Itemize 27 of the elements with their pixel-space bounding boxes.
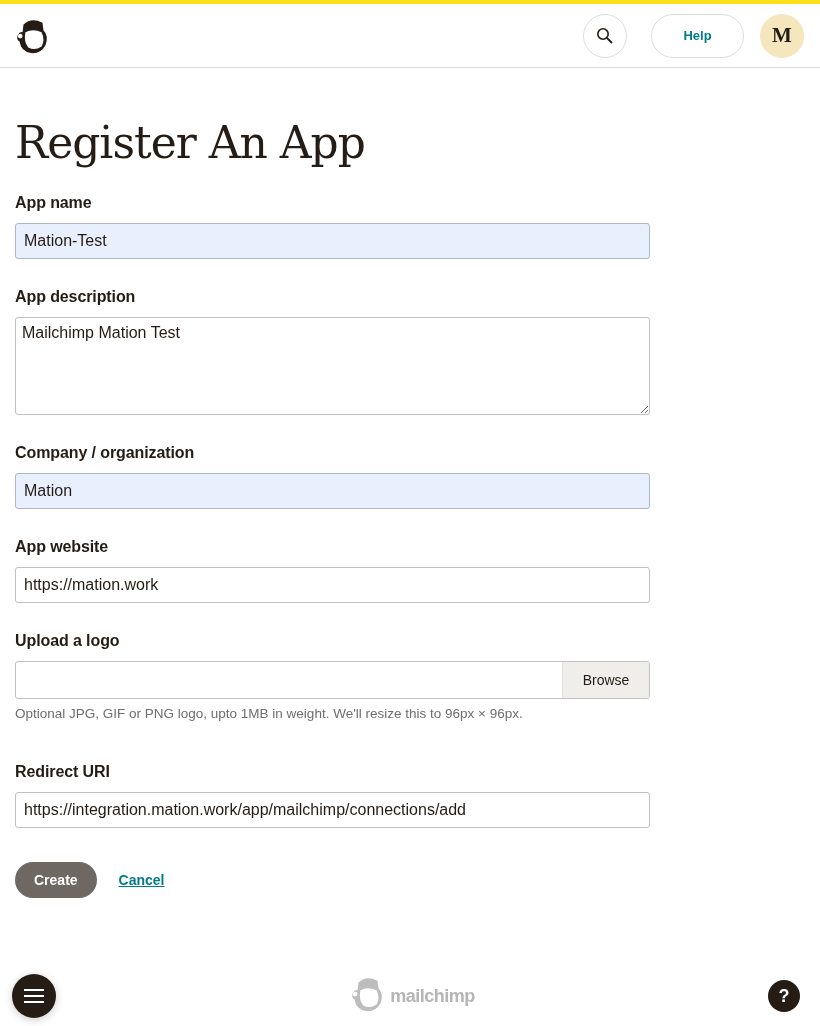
brand-wordmark: mailchimp — [390, 985, 475, 1007]
menu-icon — [23, 988, 45, 1004]
browse-button[interactable]: Browse — [562, 662, 649, 698]
hint-text: Optional JPG, GIF or PNG logo, upto 1MB in weight. We'll resize this to 96px × 96px. — [15, 706, 524, 721]
input-field[interactable]: https://mation.work — [15, 567, 650, 603]
field-label: Company / organization — [15, 444, 196, 462]
chimp-head-icon[interactable] — [17, 19, 47, 53]
page-title: Register An App — [15, 117, 366, 168]
search-button[interactable] — [583, 13, 627, 58]
create-button[interactable]: Create — [15, 862, 97, 898]
menu-button[interactable] — [12, 974, 56, 1018]
file-field[interactable]: Browse — [15, 661, 650, 699]
field-label: Upload a logo — [15, 632, 121, 650]
help-button[interactable]: ? — [768, 980, 800, 1012]
cancel-link[interactable]: Cancel — [118, 872, 165, 888]
field-label: App description — [15, 288, 137, 306]
help-button[interactable]: Help — [651, 13, 744, 58]
input-field[interactable]: https://integration.mation.work/app/mailchimp/connections/add — [15, 792, 650, 828]
user-avatar[interactable]: M — [760, 13, 804, 58]
input-field[interactable]: Mation-Test — [15, 223, 650, 259]
text-area[interactable]: Mailchimp Mation Test — [15, 317, 650, 415]
field-label: Redirect URI — [15, 763, 111, 781]
search-icon — [596, 26, 614, 45]
chimp-head-icon — [352, 978, 383, 1012]
field-label: App name — [15, 194, 93, 212]
input-field[interactable]: Mation — [15, 473, 650, 509]
field-label: App website — [15, 538, 110, 556]
